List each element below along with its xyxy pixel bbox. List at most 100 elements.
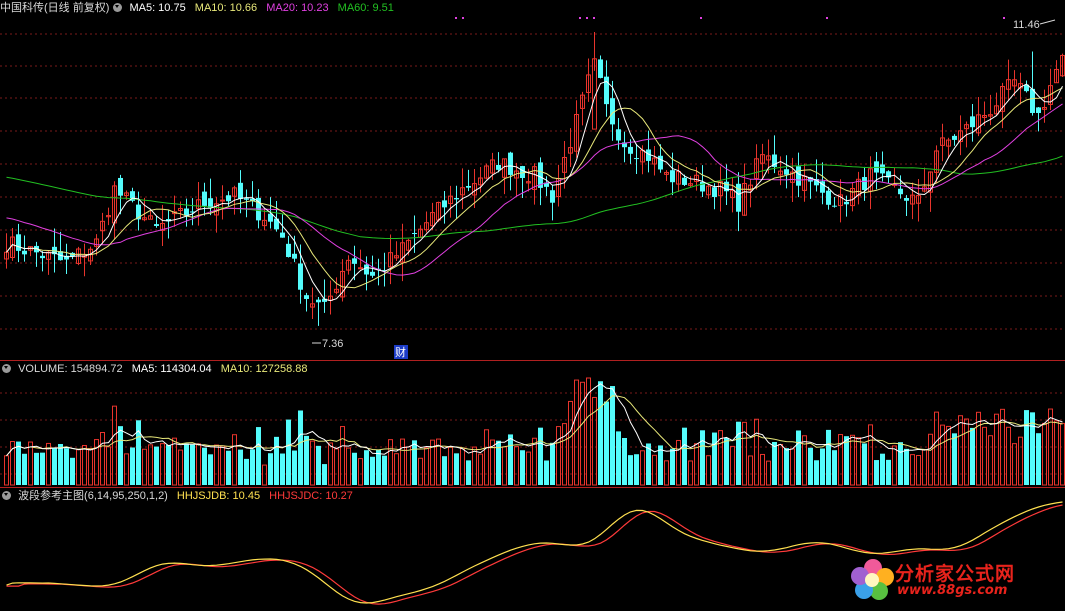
chevron-down-icon[interactable] bbox=[113, 3, 123, 12]
candle-body bbox=[40, 255, 45, 259]
volume-ma10-label: MA10: 127258.88 bbox=[220, 363, 308, 375]
candle-body bbox=[616, 129, 621, 141]
volume-bar bbox=[724, 437, 729, 485]
volume-bar bbox=[856, 437, 861, 486]
volume-bar bbox=[670, 448, 675, 485]
volume-bar bbox=[922, 449, 927, 486]
volume-bar bbox=[136, 420, 141, 485]
volume-bar bbox=[190, 444, 195, 485]
volume-bar bbox=[562, 423, 567, 486]
candle-body bbox=[298, 263, 303, 290]
candle-body bbox=[496, 164, 501, 170]
volume-bar bbox=[106, 446, 111, 486]
volume-bar bbox=[790, 448, 795, 486]
candle-body bbox=[550, 190, 555, 203]
candle-body bbox=[520, 166, 525, 178]
candle-body bbox=[286, 243, 291, 258]
volume-bar bbox=[28, 441, 33, 486]
chevron-down-icon[interactable] bbox=[2, 491, 11, 500]
chart-canvas[interactable]: 11.46 7.36 财 bbox=[0, 0, 1065, 611]
candle-body bbox=[844, 201, 849, 205]
volume-bar bbox=[274, 436, 279, 485]
volume-bar bbox=[958, 415, 963, 486]
low-price-label: 7.36 bbox=[322, 338, 343, 350]
volume-bar bbox=[778, 444, 783, 486]
volume-bar bbox=[262, 464, 267, 486]
volume-bar bbox=[130, 447, 135, 485]
volume-bar bbox=[418, 457, 423, 486]
volume-bar bbox=[460, 447, 465, 486]
candle-body bbox=[202, 191, 207, 206]
volume-ma5-label: MA5: 114304.04 bbox=[131, 363, 212, 375]
volume-bar bbox=[220, 445, 225, 486]
volume-bar bbox=[1054, 420, 1059, 486]
volume-bar bbox=[862, 443, 867, 485]
volume-bar bbox=[904, 448, 909, 485]
volume-bar bbox=[472, 446, 477, 486]
volume-bar bbox=[820, 448, 825, 485]
volume-bar bbox=[544, 460, 549, 485]
volume-bar bbox=[406, 446, 411, 486]
candle-body bbox=[220, 199, 225, 202]
volume-bar bbox=[1006, 426, 1011, 486]
signal-dot bbox=[579, 17, 581, 19]
volume-bar bbox=[784, 448, 789, 485]
volume-bar bbox=[244, 458, 249, 485]
candle-body bbox=[862, 177, 867, 190]
indicator-header: 波段参考主图(6,14,95,250,1,2) HHJSJDB: 10.45 H… bbox=[0, 488, 359, 504]
volume-bar bbox=[160, 443, 165, 486]
volume-bar bbox=[400, 438, 405, 486]
volume-bar bbox=[514, 446, 519, 486]
candle-body bbox=[952, 135, 957, 140]
volume-bar bbox=[868, 424, 873, 486]
volume-bar bbox=[916, 455, 921, 486]
candle-body bbox=[832, 205, 837, 207]
volume-bar bbox=[166, 444, 171, 485]
volume-bar bbox=[286, 419, 291, 485]
volume-bar bbox=[886, 459, 891, 485]
volume-bar bbox=[52, 448, 57, 485]
volume-bar bbox=[1012, 443, 1017, 486]
volume-bar bbox=[40, 452, 45, 485]
volume-bar bbox=[1060, 422, 1065, 486]
volume-bar bbox=[208, 454, 213, 485]
candle-body bbox=[634, 158, 639, 160]
volume-bar bbox=[712, 432, 717, 485]
candle-body bbox=[880, 164, 885, 174]
volume-bar bbox=[142, 448, 147, 486]
candle-body bbox=[238, 182, 243, 199]
volume-bar bbox=[736, 421, 741, 485]
volume-bar bbox=[352, 452, 357, 485]
candle-body bbox=[970, 116, 975, 128]
volume-bar bbox=[154, 446, 159, 485]
volume-bar bbox=[334, 448, 339, 486]
volume-bar bbox=[310, 440, 315, 486]
volume-bar bbox=[622, 437, 627, 485]
pane-divider bbox=[0, 487, 1065, 488]
volume-bar bbox=[268, 453, 273, 485]
chevron-down-icon[interactable] bbox=[2, 364, 11, 373]
indicator-name: 波段参考主图(6,14,95,250,1,2) bbox=[18, 490, 168, 502]
candle-body bbox=[904, 198, 909, 201]
volume-bar bbox=[610, 386, 615, 485]
volume-bar bbox=[688, 460, 693, 486]
volume-bar bbox=[340, 426, 345, 486]
volume-bar bbox=[448, 446, 453, 486]
candle-body bbox=[184, 208, 189, 216]
flower-logo-icon bbox=[851, 559, 894, 600]
candle-body bbox=[358, 267, 363, 270]
volume-bar bbox=[748, 455, 753, 486]
volume-bar bbox=[550, 442, 555, 485]
candle-body bbox=[508, 152, 513, 175]
candle-body bbox=[154, 224, 159, 226]
candle-body bbox=[244, 198, 249, 200]
volume-bar bbox=[568, 400, 573, 486]
signal-dot bbox=[826, 17, 828, 19]
candle-body bbox=[826, 190, 831, 205]
hhjsjdb-label: HHJSJDB: 10.45 bbox=[176, 490, 261, 502]
volume-bar bbox=[1036, 433, 1041, 485]
candle-body bbox=[712, 187, 717, 197]
volume-bar bbox=[604, 401, 609, 485]
watermark-text: 分析家公式网 bbox=[895, 563, 1016, 585]
volume-bar bbox=[202, 447, 207, 485]
